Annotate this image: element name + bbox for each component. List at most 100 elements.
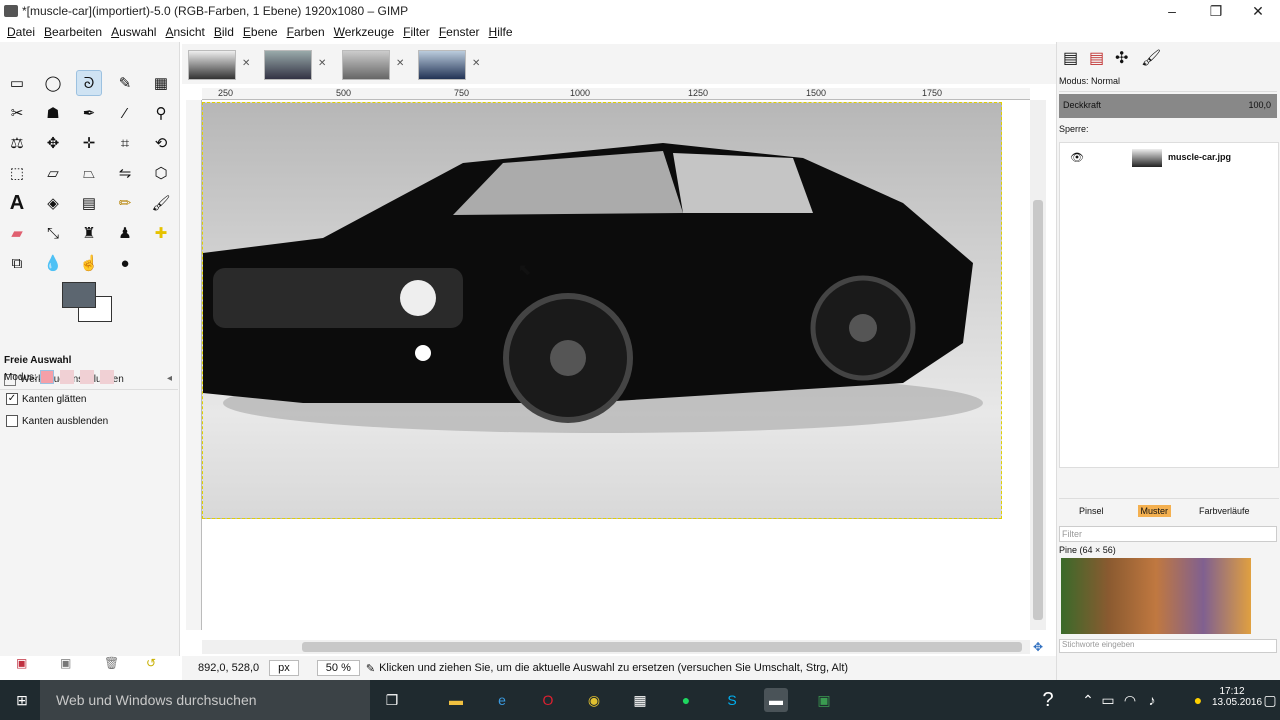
foreground-select-icon[interactable]: ☗ xyxy=(40,100,66,126)
mode-add-icon[interactable] xyxy=(60,370,74,384)
paths-icon[interactable]: ✒ xyxy=(76,100,102,126)
opera-icon[interactable]: O xyxy=(536,688,560,712)
action-center-icon[interactable]: ▢ xyxy=(1258,688,1280,712)
camtasia-icon[interactable]: ▣ xyxy=(812,688,836,712)
tags-input[interactable]: Stichworte eingeben xyxy=(1059,639,1277,653)
reset-options-icon[interactable]: ↺ xyxy=(146,656,156,670)
image-tab-thumb[interactable] xyxy=(342,50,390,80)
shear-icon[interactable]: ▱ xyxy=(40,160,66,186)
channels-tab-icon[interactable]: ▤ xyxy=(1089,48,1104,68)
skype-icon[interactable]: S xyxy=(720,688,744,712)
scroll-thumb[interactable] xyxy=(302,642,1022,652)
mode-subtract-icon[interactable] xyxy=(80,370,94,384)
layer-row[interactable]: 👁 muscle-car.jpg xyxy=(1060,147,1278,169)
close-tab-icon[interactable]: ✕ xyxy=(318,58,326,69)
dodge-burn-icon[interactable]: ● xyxy=(112,250,138,276)
file-explorer-icon[interactable]: ▬ xyxy=(444,688,468,712)
heal-icon[interactable]: ✚ xyxy=(148,220,174,246)
rect-select-icon[interactable]: ▭ xyxy=(4,70,30,96)
scale-icon[interactable]: ⬚ xyxy=(4,160,30,186)
ink-icon[interactable]: ♜ xyxy=(76,220,102,246)
crop-icon[interactable]: ⌗ xyxy=(112,130,138,156)
chrome-icon[interactable]: ◉ xyxy=(582,688,606,712)
tab-muster[interactable]: Muster xyxy=(1137,504,1172,517)
image-tab-thumb[interactable] xyxy=(188,50,236,80)
image-tab-thumb[interactable] xyxy=(418,50,466,80)
color-swatches[interactable] xyxy=(62,282,116,324)
image-tab-thumb[interactable] xyxy=(264,50,312,80)
airbrush-icon[interactable]: ⤡ xyxy=(40,220,66,246)
horizontal-scrollbar[interactable] xyxy=(202,640,1030,654)
layer-name[interactable]: muscle-car.jpg xyxy=(1168,152,1231,162)
menu-ebene[interactable]: Ebene xyxy=(243,25,278,39)
blend-icon[interactable]: ▤ xyxy=(76,190,102,216)
pattern-grid[interactable] xyxy=(1061,558,1251,634)
menu-ansicht[interactable]: Ansicht xyxy=(165,25,204,39)
menu-farben[interactable]: Farben xyxy=(287,25,325,39)
tab-pinsel[interactable]: Pinsel xyxy=(1079,506,1104,516)
align-icon[interactable]: ✛ xyxy=(76,130,102,156)
rotate-icon[interactable]: ⟲ xyxy=(148,130,174,156)
store-icon[interactable]: ▦ xyxy=(628,688,652,712)
car-image[interactable] xyxy=(202,102,1002,519)
flip-icon[interactable]: ⇋ xyxy=(112,160,138,186)
maximize-button[interactable]: ❐ xyxy=(1194,0,1238,22)
panel-menu-icon[interactable]: ◂ xyxy=(167,373,172,384)
measure-icon[interactable]: ⚖ xyxy=(4,130,30,156)
unit-select[interactable]: px xyxy=(269,660,299,676)
feather-checkbox[interactable] xyxy=(6,415,18,427)
ellipse-select-icon[interactable]: ◯ xyxy=(40,70,66,96)
delete-options-icon[interactable]: 🗑 xyxy=(104,656,119,670)
notification-icon[interactable]: ● xyxy=(1186,688,1210,712)
clock[interactable]: 17:12 13.05.2016 xyxy=(1212,686,1262,708)
zoom-icon[interactable]: ⚲ xyxy=(148,100,174,126)
layer-mode-select[interactable]: Modus: Normal xyxy=(1059,76,1277,92)
help-icon[interactable]: ? xyxy=(1036,688,1060,712)
menu-datei[interactable]: Datei xyxy=(7,25,35,39)
cage-icon[interactable]: ⬡ xyxy=(148,160,174,186)
filter-input[interactable]: Filter xyxy=(1059,526,1277,542)
menu-werkzeuge[interactable]: Werkzeuge xyxy=(334,25,394,39)
color-picker-icon[interactable]: ⁄ xyxy=(112,100,138,126)
save-options-icon[interactable]: ▣ xyxy=(16,656,27,670)
close-tab-icon[interactable]: ✕ xyxy=(242,58,250,69)
text-icon[interactable]: A xyxy=(4,190,30,216)
move-icon[interactable]: ✥ xyxy=(40,130,66,156)
color-select-icon[interactable]: ▦ xyxy=(148,70,174,96)
volume-icon[interactable]: ♪ xyxy=(1140,688,1164,712)
minimize-button[interactable]: – xyxy=(1150,0,1194,22)
smudge-icon[interactable]: ☝ xyxy=(76,250,102,276)
tab-farbverlaeufe[interactable]: Farbverläufe xyxy=(1199,506,1250,516)
fuzzy-select-icon[interactable]: ✎ xyxy=(112,70,138,96)
free-select-icon[interactable]: ᘐ xyxy=(76,70,102,96)
blur-icon[interactable]: 💧 xyxy=(40,250,66,276)
task-view-icon[interactable]: ❐ xyxy=(380,688,404,712)
close-button[interactable]: ✕ xyxy=(1236,0,1280,22)
pencil-icon[interactable]: ✏ xyxy=(112,190,138,216)
vertical-scrollbar[interactable] xyxy=(1030,100,1046,630)
close-tab-icon[interactable]: ✕ xyxy=(472,58,480,69)
taskbar-search[interactable]: Web und Windows durchsuchen xyxy=(40,680,370,720)
menu-auswahl[interactable]: Auswahl xyxy=(111,25,156,39)
wifi-icon[interactable]: ◠ xyxy=(1118,688,1142,712)
bucket-fill-icon[interactable]: ◈ xyxy=(40,190,66,216)
paths-tab-icon[interactable]: ✣ xyxy=(1115,48,1128,68)
menu-fenster[interactable]: Fenster xyxy=(439,25,480,39)
paintbrush-icon[interactable]: 🖌 xyxy=(148,190,174,216)
mode-replace-icon[interactable] xyxy=(40,370,54,384)
foreground-color[interactable] xyxy=(62,282,96,308)
scroll-thumb[interactable] xyxy=(1033,200,1043,620)
battery-icon[interactable]: ▭ xyxy=(1096,688,1120,712)
visibility-eye-icon[interactable]: 👁 xyxy=(1070,151,1084,164)
zoom-select[interactable]: 50 % xyxy=(316,660,360,676)
menu-bearbeiten[interactable]: Bearbeiten xyxy=(44,25,102,39)
scissors-icon[interactable]: ✂ xyxy=(4,100,30,126)
layers-tab-icon[interactable]: ▤ xyxy=(1063,48,1078,68)
clone-icon[interactable]: ♟ xyxy=(112,220,138,246)
restore-options-icon[interactable]: ▣ xyxy=(60,656,71,670)
menu-hilfe[interactable]: Hilfe xyxy=(489,25,513,39)
eraser-icon[interactable]: ▰ xyxy=(4,220,30,246)
perspective-icon[interactable]: ⏢ xyxy=(76,160,102,186)
perspective-clone-icon[interactable]: ⧉ xyxy=(4,250,30,276)
menu-filter[interactable]: Filter xyxy=(403,25,430,39)
